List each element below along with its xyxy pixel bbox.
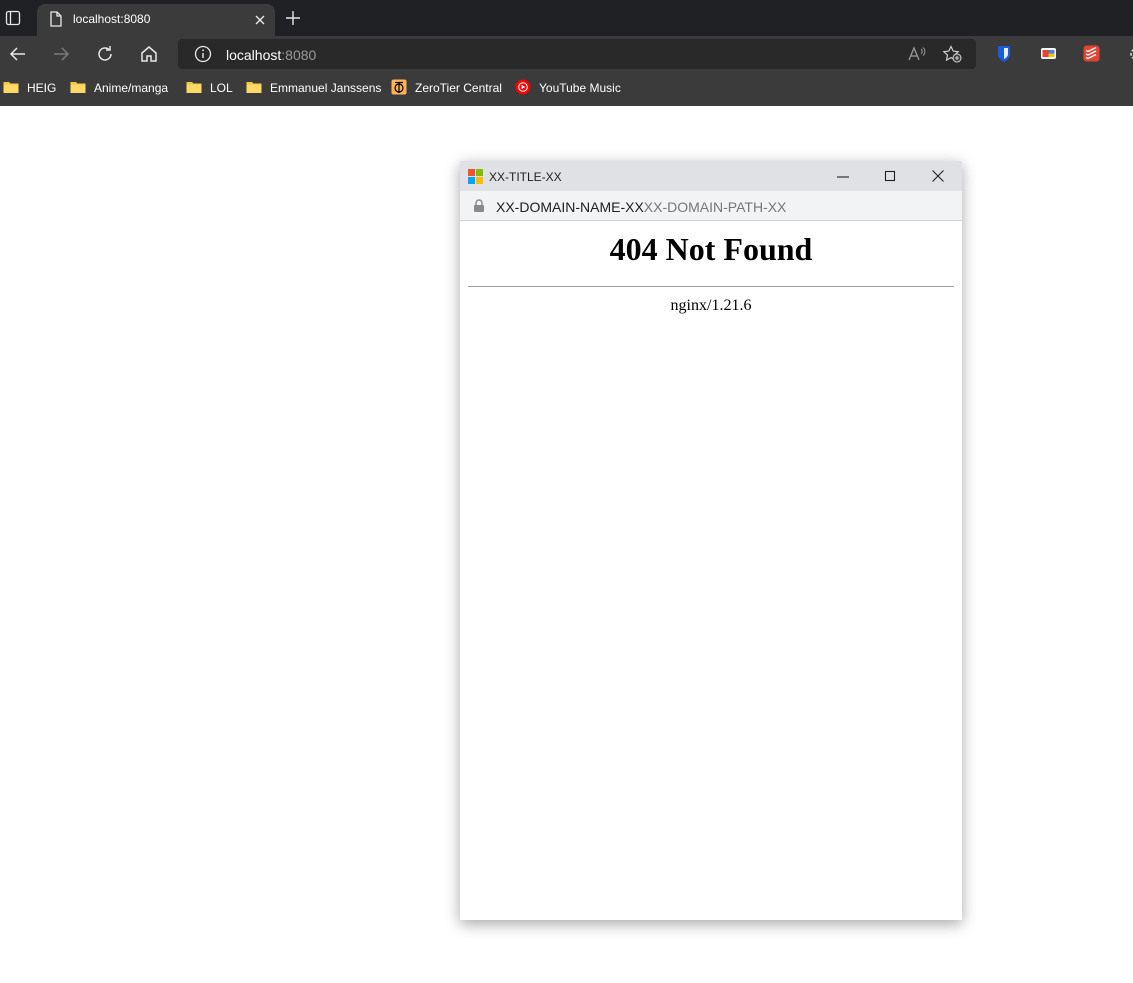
bookmark-lol[interactable]: LOL — [186, 79, 233, 97]
popup-address-text: XX-DOMAIN-NAME-XXXX-DOMAIN-PATH-XX — [496, 199, 786, 215]
windows-logo-icon — [468, 169, 483, 184]
todoist-icon[interactable] — [1083, 45, 1100, 67]
youtube-music-icon — [515, 79, 531, 98]
server-signature: nginx/1.21.6 — [670, 297, 752, 314]
read-aloud-icon[interactable] — [908, 46, 926, 67]
error-heading: 404 Not Found — [609, 231, 813, 267]
folder-icon — [70, 80, 86, 97]
bookmark-label: LOL — [210, 81, 233, 95]
browser-toolbar: localhost:8080 — [0, 36, 1133, 72]
bookmark-label: ZeroTier Central — [415, 81, 502, 95]
popup-window: XX-TITLE-XX XX-DOMAIN-NAME-XXXX-DOMAIN-P… — [460, 161, 962, 920]
browser-tab[interactable]: localhost:8080 — [37, 4, 275, 36]
bitwarden-icon[interactable] — [996, 45, 1012, 68]
zerotier-icon — [391, 79, 407, 98]
popup-address-bar: XX-DOMAIN-NAME-XXXX-DOMAIN-PATH-XX — [460, 191, 962, 221]
tab-title: localhost:8080 — [73, 12, 151, 26]
address-host: localhost — [226, 47, 282, 63]
bookmark-youtube-music[interactable]: YouTube Music — [515, 79, 621, 97]
home-icon[interactable] — [139, 44, 159, 69]
tab-strip: localhost:8080 — [0, 0, 1133, 36]
divider — [468, 286, 954, 287]
bookmark-zerotier-central[interactable]: ZeroTier Central — [391, 79, 502, 97]
maximize-icon[interactable] — [883, 169, 897, 188]
folder-icon — [186, 80, 202, 97]
site-info-icon[interactable] — [194, 45, 212, 68]
bookmark-label: YouTube Music — [539, 81, 621, 95]
popup-titlebar[interactable]: XX-TITLE-XX — [460, 161, 962, 191]
bookmarks-bar: HEIG Anime/manga LOL Emmanuel Janssens Z… — [0, 72, 1133, 106]
page-icon — [49, 11, 63, 32]
folder-icon — [246, 80, 262, 97]
popup-domain: XX-DOMAIN-NAME-XX — [496, 199, 644, 215]
popup-path: XX-DOMAIN-PATH-XX — [643, 199, 787, 215]
tab-close-icon[interactable] — [253, 13, 267, 32]
window-close-icon[interactable] — [931, 169, 945, 188]
bookmark-heig[interactable]: HEIG — [3, 79, 56, 97]
lock-icon — [473, 199, 485, 218]
back-icon[interactable] — [8, 44, 28, 69]
settings-gear-icon[interactable] — [1126, 45, 1133, 68]
tab-actions-icon[interactable] — [4, 9, 22, 27]
forward-icon[interactable] — [51, 44, 71, 69]
address-port: :8080 — [281, 47, 317, 63]
minimize-icon[interactable] — [836, 169, 850, 188]
page-content: 404 Not Found nginx/1.21.6 — [460, 221, 962, 920]
new-tab-icon[interactable] — [285, 10, 301, 31]
bookmark-label: Emmanuel Janssens — [270, 81, 382, 95]
address-url[interactable]: localhost:8080 — [226, 47, 316, 63]
bookmark-label: HEIG — [27, 81, 57, 95]
bookmark-anime-manga[interactable]: Anime/manga — [70, 79, 168, 97]
folder-icon — [3, 80, 19, 97]
address-bar[interactable]: localhost:8080 — [178, 39, 976, 69]
bookmark-emmanuel-janssens[interactable]: Emmanuel Janssens — [246, 79, 381, 97]
bookmark-label: Anime/manga — [94, 81, 169, 95]
add-favorite-icon[interactable] — [942, 45, 962, 68]
extension-colorful-icon[interactable] — [1040, 45, 1057, 67]
refresh-icon[interactable] — [95, 44, 115, 69]
popup-title: XX-TITLE-XX — [489, 170, 562, 184]
